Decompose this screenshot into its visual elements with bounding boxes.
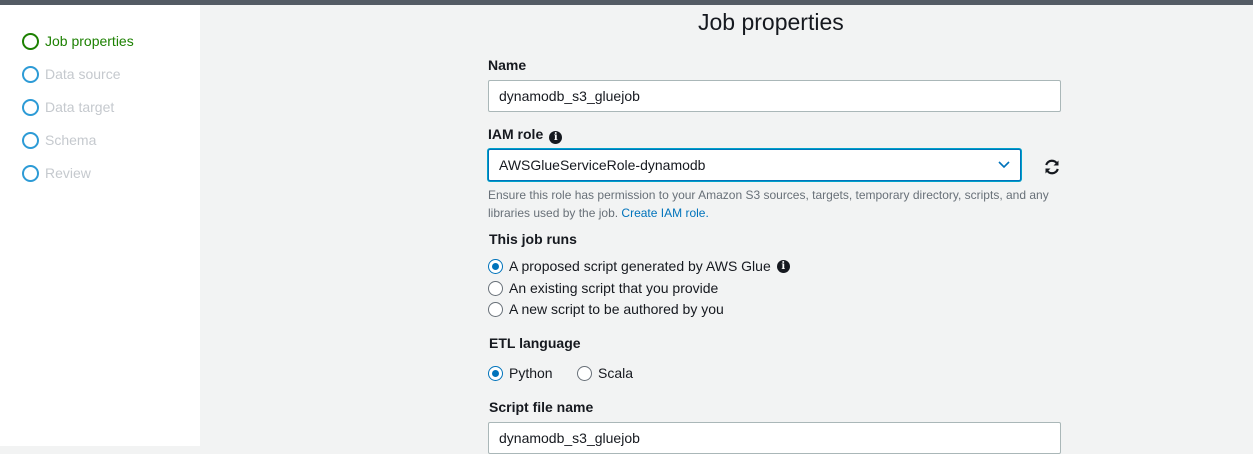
radio-button[interactable] [488,365,503,381]
script-file-name-input[interactable]: dynamodb_s3_gluejob [488,422,1061,454]
create-iam-role-link[interactable]: Create IAM role. [621,206,708,220]
radio-label: A proposed script generated by AWS Glue [509,258,771,274]
radio-label: An existing script that you provide [509,280,719,296]
step-schema[interactable]: Schema [22,130,96,150]
step-review[interactable]: Review [22,163,91,183]
script-file-name-value: dynamodb_s3_gluejob [499,430,640,446]
iam-role-label: IAM role i [488,126,563,144]
info-icon[interactable]: i [549,131,563,144]
iam-role-select-value: AWSGlueServiceRole-dynamodb [499,157,706,173]
radio-button[interactable] [577,365,592,381]
radio-button[interactable] [488,280,503,296]
wizard-sidebar: Job properties Data source Data target S… [0,5,200,446]
step-status-icon [22,98,39,116]
iam-role-label-text: IAM role [488,126,544,142]
step-label: Data target [45,99,115,115]
page-title: Job properties [698,9,844,35]
step-label: Review [45,165,91,181]
job-runs-option-new[interactable]: A new script to be authored by you [488,301,724,317]
radio-button[interactable] [488,301,503,317]
info-icon[interactable]: i [776,259,790,273]
main-content: Job properties Name dynamodb_s3_gluejob … [200,5,1253,454]
name-label: Name [488,57,527,73]
step-status-icon [22,164,39,182]
iam-role-help-text: Ensure this role has permission to your … [488,188,1049,220]
step-label: Data source [45,66,121,82]
step-status-icon [22,131,39,149]
name-input-value: dynamodb_s3_gluejob [499,88,640,104]
name-input[interactable]: dynamodb_s3_gluejob [488,80,1061,112]
script-file-name-label: Script file name [489,399,594,415]
radio-label: Scala [598,365,634,381]
etl-language-option-python[interactable]: Python [488,365,553,381]
refresh-icon[interactable] [1042,157,1062,177]
step-label: Job properties [45,33,134,49]
etl-language-option-scala[interactable]: Scala [577,365,633,381]
job-runs-option-proposed[interactable]: A proposed script generated by AWS Glue … [488,258,790,274]
etl-language-label: ETL language [489,335,581,351]
iam-role-help: Ensure this role has permission to your … [488,186,1068,222]
step-data-target[interactable]: Data target [22,97,114,117]
job-runs-label: This job runs [489,231,577,247]
step-status-icon [22,32,39,50]
radio-label: A new script to be authored by you [509,301,724,317]
iam-role-select[interactable]: AWSGlueServiceRole-dynamodb [488,149,1021,181]
chevron-down-icon [998,161,1010,169]
step-status-icon [22,65,39,83]
step-label: Schema [45,132,97,148]
step-data-source[interactable]: Data source [22,64,120,84]
step-job-properties[interactable]: Job properties [22,31,134,51]
job-runs-option-existing[interactable]: An existing script that you provide [488,280,718,296]
radio-button[interactable] [488,258,503,274]
radio-label: Python [509,365,553,381]
